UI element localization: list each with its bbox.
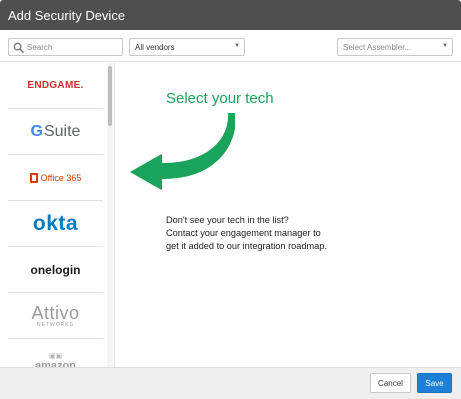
assembler-select-placeholder: Select Assembler...	[343, 43, 412, 52]
assembler-select[interactable]: Select Assembler... ▼	[337, 38, 453, 56]
help-text: Don't see your tech in the list? Contact…	[166, 214, 366, 253]
search-input[interactable]	[27, 39, 121, 55]
logo-endgame[interactable]: ENDGAME.	[8, 63, 103, 109]
vendor-select-value: All vendors	[135, 43, 175, 52]
chevron-down-icon: ▼	[442, 43, 448, 49]
logo-gsuite[interactable]: G Suite	[8, 109, 103, 155]
office365-logo: Office 365	[29, 172, 82, 183]
dialog-footer: Cancel Save	[0, 367, 461, 399]
attivo-logo-text: Attivo	[31, 303, 80, 323]
chevron-down-icon: ▼	[234, 43, 240, 49]
office-icon	[29, 172, 38, 183]
logo-okta[interactable]: okta	[8, 201, 103, 247]
logo-list-scrollbar-thumb[interactable]	[108, 66, 112, 126]
endgame-logo-text: ENDGAME.	[27, 80, 84, 91]
save-button[interactable]: Save	[417, 373, 452, 393]
tech-logo-list: ENDGAME. G Suite Office 365 okta onelogi…	[0, 63, 115, 367]
gsuite-g-letter: G	[30, 122, 43, 140]
help-line: get it added to our integration roadmap.	[166, 241, 327, 251]
logo-office365[interactable]: Office 365	[8, 155, 103, 201]
attivo-logo: Attivo NETWORKS	[31, 303, 79, 328]
logo-amazon[interactable]: ▣▣ amazon	[8, 339, 103, 367]
select-tech-prompt: Select your tech	[166, 90, 274, 107]
gsuite-logo-text: Suite	[43, 122, 81, 140]
amazon-logo-text: amazon	[35, 360, 76, 367]
amazon-boxes-icon: ▣▣	[48, 353, 63, 360]
search-icon	[13, 42, 24, 53]
help-line: Don't see your tech in the list?	[166, 215, 289, 225]
cancel-button[interactable]: Cancel	[370, 373, 411, 393]
attivo-logo-subtext: NETWORKS	[37, 322, 74, 328]
curved-arrow-icon	[127, 111, 235, 193]
search-box[interactable]	[8, 38, 123, 56]
amazon-logo: ▣▣ amazon	[35, 352, 76, 367]
logo-onelogin[interactable]: onelogin	[8, 247, 103, 293]
dialog-title: Add Security Device	[0, 0, 461, 30]
help-line: Contact your engagement manager to	[166, 228, 321, 238]
gsuite-logo: G Suite	[31, 123, 81, 141]
filter-toolbar: All vendors ▼ Select Assembler... ▼	[0, 30, 461, 62]
vendor-select[interactable]: All vendors ▼	[129, 38, 245, 56]
office365-logo-text: Office 365	[40, 172, 82, 183]
onelogin-logo-text: onelogin	[30, 262, 81, 277]
logo-attivo[interactable]: Attivo NETWORKS	[8, 293, 103, 339]
okta-logo-text: okta	[32, 211, 79, 235]
